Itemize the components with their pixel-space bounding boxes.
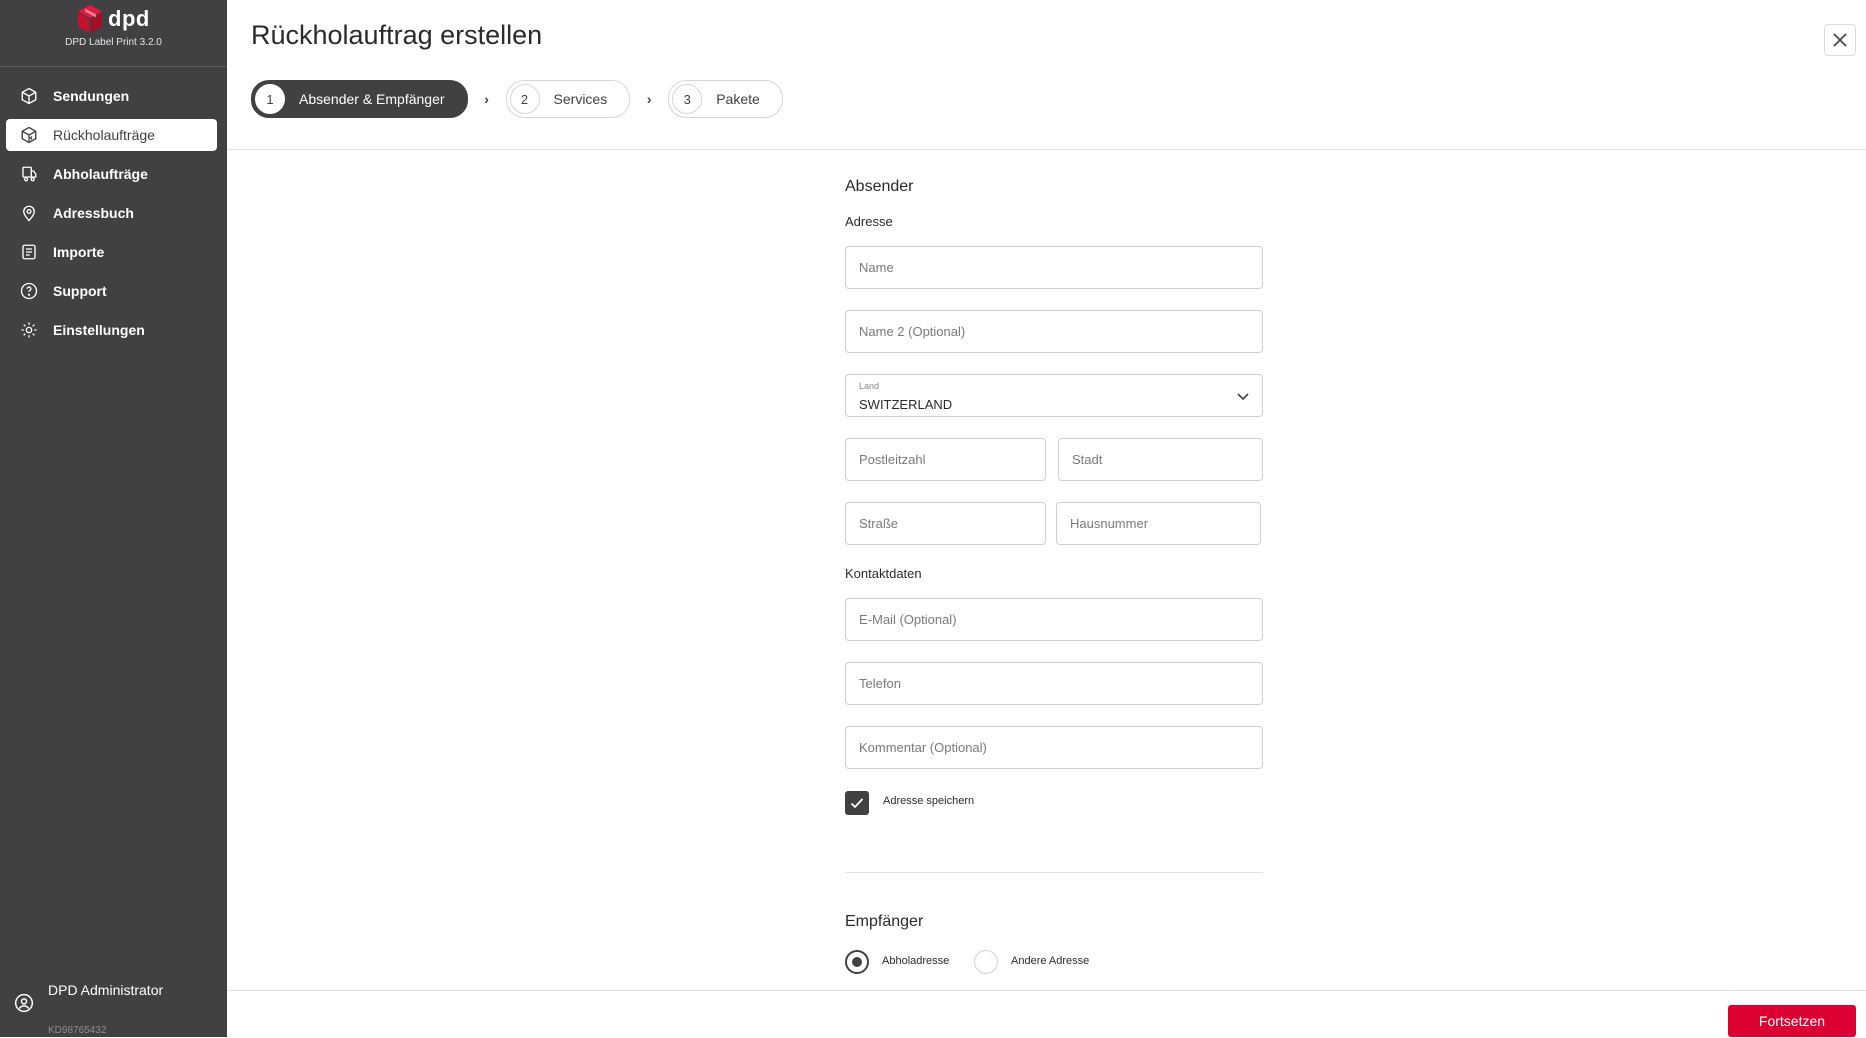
continue-button[interactable]: Fortsetzen: [1728, 1005, 1856, 1037]
phone-field[interactable]: [845, 662, 1263, 705]
house-number-input[interactable]: [1057, 503, 1260, 544]
import-list-icon: [18, 241, 40, 263]
step-number: 1: [255, 84, 285, 114]
city-field[interactable]: [1058, 438, 1263, 481]
radio-abholadresse-label: Abholadresse: [882, 955, 950, 967]
country-value: SWITZERLAND: [859, 397, 953, 412]
dpd-cube-icon: [78, 5, 102, 33]
page-title: Rückholauftrag erstellen: [251, 20, 543, 50]
chevron-right-icon: ›: [646, 91, 652, 107]
page-footer: Fortsetzen: [227, 990, 1866, 1038]
sidebar-item-label: Adressbuch: [53, 205, 134, 221]
house-number-field[interactable]: [1056, 502, 1261, 545]
name2-input[interactable]: [846, 311, 1262, 352]
package-icon: [18, 85, 40, 107]
sidebar-item-sendungen[interactable]: Sendungen: [6, 80, 217, 112]
sidebar-item-abholauftraege[interactable]: Abholaufträge: [6, 158, 217, 190]
sidebar-item-label: Sendungen: [53, 88, 130, 104]
country-label: Land: [859, 381, 880, 391]
user-avatar-icon: [14, 993, 34, 1013]
email-field[interactable]: [845, 598, 1263, 641]
user-name: DPD Administrator: [48, 982, 164, 998]
save-address-checkbox[interactable]: [845, 791, 869, 815]
comment-input[interactable]: [846, 727, 1262, 768]
sidebar-item-label: Support: [53, 283, 107, 299]
postal-code-field[interactable]: [845, 438, 1046, 481]
address-label: Adresse: [845, 214, 893, 229]
package-return-icon: [18, 124, 40, 146]
main-content: Rückholauftrag erstellen 1 Absender & Em…: [227, 0, 1866, 1037]
comment-field[interactable]: [845, 726, 1263, 769]
country-select[interactable]: Land SWITZERLAND: [845, 374, 1263, 417]
step-number: 3: [672, 84, 703, 114]
step-label: Services: [553, 91, 608, 107]
step-services[interactable]: 2 Services: [505, 80, 631, 118]
step-label: Pakete: [716, 91, 760, 107]
phone-input[interactable]: [846, 663, 1262, 704]
section-divider: [845, 872, 1263, 873]
name-input[interactable]: [846, 247, 1262, 288]
save-address-label: Adresse speichern: [883, 795, 975, 807]
postal-code-input[interactable]: [846, 439, 1045, 480]
email-input[interactable]: [846, 599, 1262, 640]
step-pakete[interactable]: 3 Pakete: [668, 80, 783, 118]
stepper: 1 Absender & Empfänger › 2 Services › 3 …: [251, 80, 783, 118]
step-number: 2: [509, 84, 540, 114]
step-label: Absender & Empfänger: [299, 91, 445, 107]
sidebar-item-einstellungen[interactable]: Einstellungen: [6, 314, 217, 346]
help-icon: [18, 280, 40, 302]
chevron-right-icon: ›: [484, 91, 489, 107]
step-absender-empfaenger[interactable]: 1 Absender & Empfänger: [251, 80, 468, 118]
city-input[interactable]: [1059, 439, 1262, 480]
sidebar-item-importe[interactable]: Importe: [6, 236, 217, 268]
radio-abholadresse[interactable]: [845, 950, 869, 974]
sidebar-item-label: Abholaufträge: [53, 166, 148, 182]
sidebar-item-rueckholauftraege[interactable]: Rückholaufträge: [6, 119, 217, 151]
user-profile[interactable]: DPD Administrator KD98765432: [14, 981, 224, 1037]
sidebar-nav: Sendungen Rückholaufträge Abholaufträge …: [0, 80, 227, 353]
page-header: Rückholauftrag erstellen 1 Absender & Em…: [227, 0, 1866, 150]
street-field[interactable]: [845, 502, 1046, 545]
customer-id: KD98765432: [48, 1025, 107, 1036]
sidebar-item-label: Importe: [53, 244, 105, 260]
radio-andere-adresse-label: Andere Adresse: [1011, 955, 1090, 967]
logo-text: dpd: [108, 6, 150, 31]
sidebar-item-label: Rückholaufträge: [53, 127, 155, 143]
dpd-logo[interactable]: dpd: [76, 4, 150, 34]
checkmark-icon: [850, 798, 864, 809]
app-version: DPD Label Print 3.2.0: [65, 37, 162, 48]
sidebar-item-support[interactable]: Support: [6, 275, 217, 307]
chevron-down-icon: [1237, 393, 1249, 401]
name-field[interactable]: [845, 246, 1263, 289]
sender-section-title: Absender: [845, 178, 914, 195]
close-button[interactable]: [1824, 24, 1856, 56]
recipient-section-title: Empfänger: [845, 913, 924, 930]
street-input[interactable]: [846, 503, 1045, 544]
contact-label: Kontaktdaten: [845, 566, 922, 581]
sidebar-item-adressbuch[interactable]: Adressbuch: [6, 197, 217, 229]
radio-andere-adresse[interactable]: [974, 950, 998, 974]
close-icon: [1833, 33, 1847, 47]
gear-icon: [18, 319, 40, 341]
name2-field[interactable]: [845, 310, 1263, 353]
sidebar: dpd DPD Label Print 3.2.0 Sendungen Rück…: [0, 0, 227, 1037]
brand-header: dpd DPD Label Print 3.2.0: [0, 0, 227, 67]
sidebar-item-label: Einstellungen: [53, 322, 145, 338]
pickup-truck-icon: [18, 163, 40, 185]
location-pin-icon: [18, 202, 40, 224]
